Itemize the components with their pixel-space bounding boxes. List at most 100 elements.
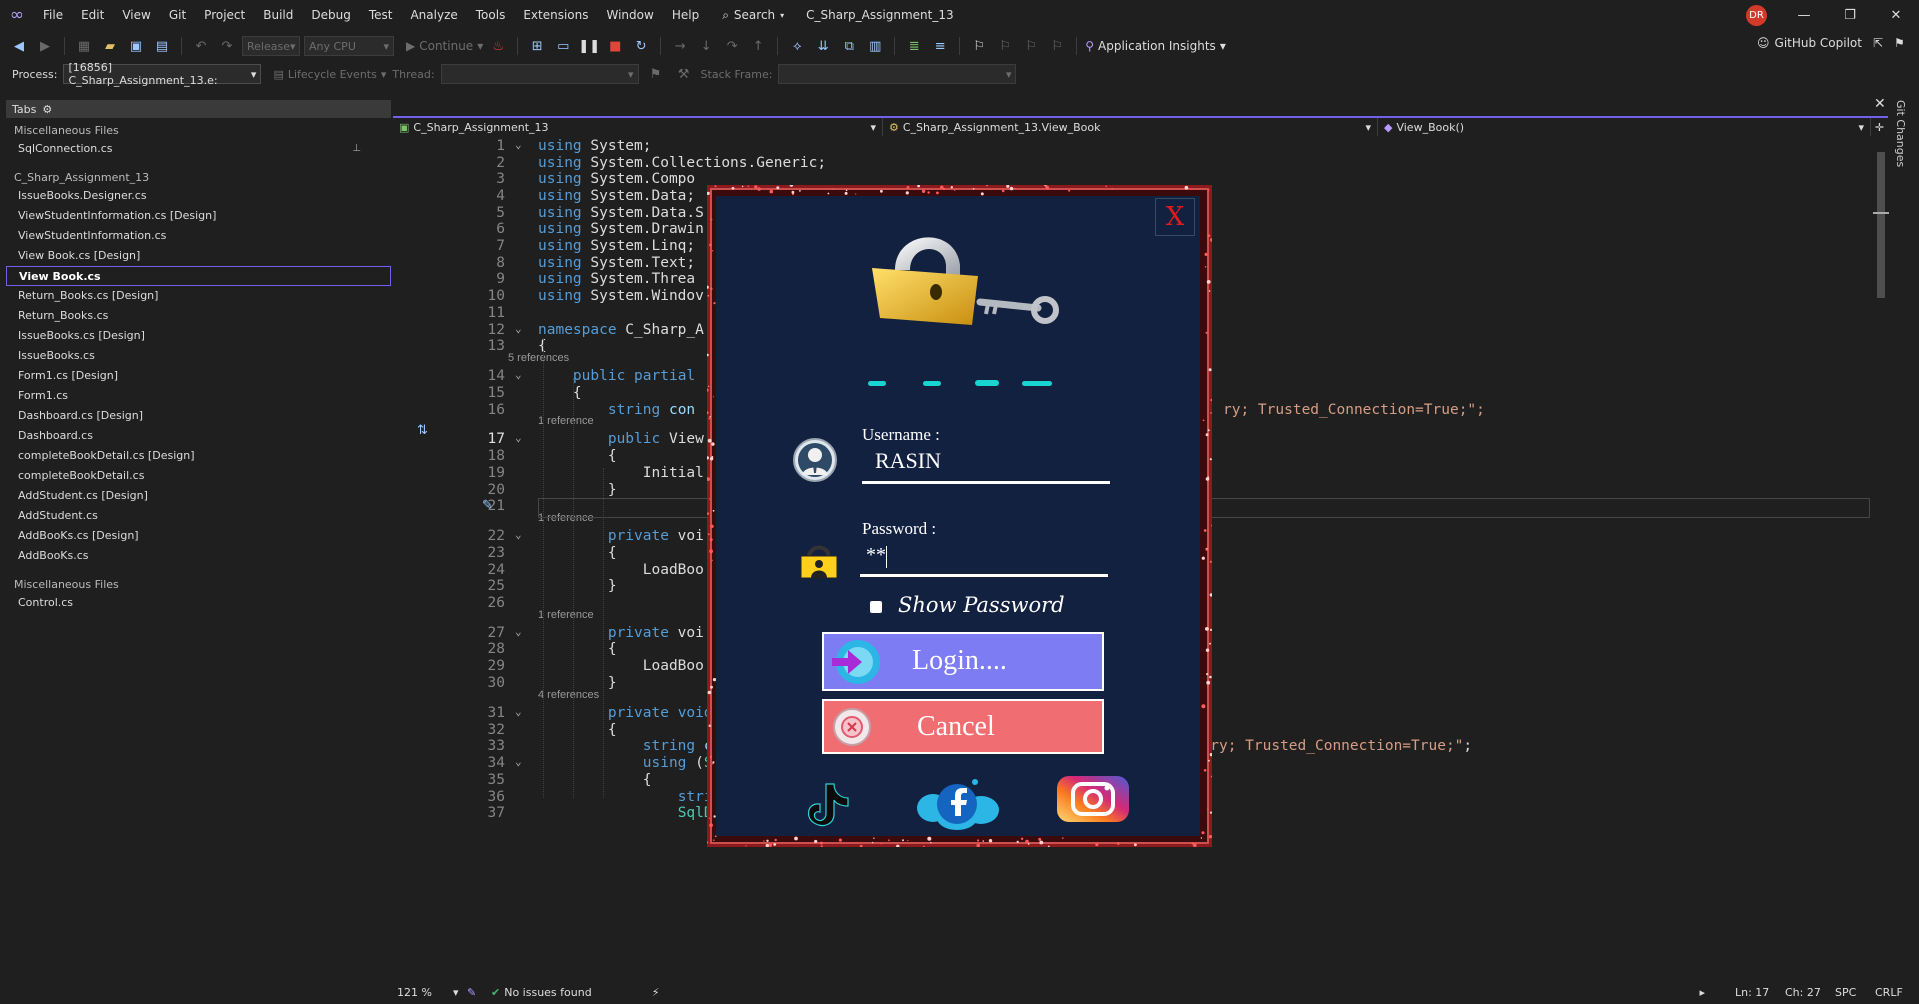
quick-action-icon[interactable]: ✎ [482,498,493,513]
brush-icon[interactable]: ✎ [467,986,485,999]
facebook-icon[interactable] [913,776,1003,832]
scroll-right-icon[interactable]: ▸ [1699,986,1705,999]
next-bookmark-icon[interactable]: ⚐ [1020,35,1042,57]
close-window-button[interactable]: ✕ [1873,0,1919,30]
navigate-icon[interactable]: ⧉ [838,35,860,57]
open-tab-item[interactable]: completeBookDetail.cs [Design] [6,446,391,466]
open-tab-item[interactable]: completeBookDetail.cs [6,466,391,486]
flag-icon[interactable]: ⚑ [645,63,667,85]
instagram-icon[interactable] [1055,774,1131,824]
issues-status[interactable]: No issues found [504,986,591,999]
implementation-icon[interactable]: ⇅ [417,423,428,438]
code-lens-references[interactable]: 5 references [508,352,569,364]
menu-item-edit[interactable]: Edit [72,0,113,30]
clear-bookmarks-icon[interactable]: ⚐ [1046,35,1068,57]
browser-link-icon[interactable]: ⊞ [526,35,548,57]
code-cleanup-icon[interactable]: ⚡ [652,986,660,999]
open-tab-item[interactable]: Form1.cs [6,386,391,406]
pin-icon[interactable]: ⊥ [352,141,361,157]
open-tab-item[interactable]: Return_Books.cs [Design] [6,286,391,306]
prev-bookmark-icon[interactable]: ⚐ [994,35,1016,57]
open-tab-item[interactable]: ViewStudentInformation.cs [6,226,391,246]
code-lens-references[interactable]: 1 reference [538,415,594,427]
minimize-button[interactable]: — [1781,0,1827,30]
open-tab-item[interactable]: IssueBooks.cs [Design] [6,326,391,346]
menu-item-help[interactable]: Help [663,0,708,30]
cancel-button[interactable]: Cancel [822,699,1104,754]
comment-icon[interactable]: ≣ [903,35,925,57]
lifecycle-events-button[interactable]: ▤ Lifecycle Events ▾ [273,68,386,81]
open-tab-item[interactable]: ViewStudentInformation.cs [Design] [6,206,391,226]
pause-icon[interactable]: ❚❚ [578,35,600,57]
show-password-checkbox[interactable] [870,601,882,613]
menu-item-project[interactable]: Project [195,0,254,30]
open-tab-item[interactable]: Dashboard.cs [6,426,391,446]
fold-chevron-icon[interactable]: ⌄ [515,431,522,444]
forward-icon[interactable]: ▶ [34,35,56,57]
hot-reload-icon[interactable]: ♨ [487,35,509,57]
open-tab-item[interactable]: Dashboard.cs [Design] [6,406,391,426]
menu-item-tools[interactable]: Tools [467,0,515,30]
hot-reload-settings-icon[interactable]: ⇊ [812,35,834,57]
close-tab-icon[interactable]: ✕ [1874,96,1886,112]
save-icon[interactable]: ▣ [125,35,147,57]
undo-icon[interactable]: ↶ [190,35,212,57]
menu-item-file[interactable]: File [34,0,72,30]
bookmark-icon[interactable]: ⚐ [968,35,990,57]
show-password-label[interactable]: Show Password [898,593,1065,617]
new-item-icon[interactable]: ▦ [73,35,95,57]
github-copilot-button[interactable]: ☺ GitHub Copilot ⇱ ⚑ [1757,36,1905,50]
menu-item-build[interactable]: Build [254,0,302,30]
scrollbar-thumb[interactable] [1877,152,1885,298]
username-input[interactable]: RASIN [875,448,941,474]
open-tab-item[interactable]: View Book.cs [Design] [6,246,391,266]
class-select[interactable]: ⚙ C_Sharp_Assignment_13.View_Book ▾ [883,118,1378,136]
diagnostic-icon[interactable]: ⟡ [786,35,808,57]
fold-chevron-icon[interactable]: ⌄ [515,705,522,718]
menu-item-test[interactable]: Test [360,0,402,30]
open-tab-item[interactable]: AddBooKs.cs [6,546,391,566]
fold-chevron-icon[interactable]: ⌄ [515,138,522,151]
step-out-icon[interactable]: ↑ [747,35,769,57]
menu-item-window[interactable]: Window [598,0,663,30]
open-folder-icon[interactable]: ▰ [99,35,121,57]
git-changes-tab[interactable]: Git Changes [1894,100,1907,167]
save-all-icon[interactable]: ▤ [151,35,173,57]
open-tab-item[interactable]: SqlConnection.cs ⊥ [6,139,391,159]
search-button[interactable]: ⌕ Search ▾ [714,8,792,23]
open-tab-item[interactable]: IssueBooks.cs [6,346,391,366]
restart-icon[interactable]: ↻ [630,35,652,57]
login-button[interactable]: Login.... [822,632,1104,691]
member-select[interactable]: ◆ View_Book() ▾ [1378,118,1871,136]
open-tab-item[interactable]: Form1.cs [Design] [6,366,391,386]
fold-chevron-icon[interactable]: ⌄ [515,528,522,541]
indentation-mode[interactable]: SPC [1835,986,1875,999]
open-tab-item[interactable]: View Book.cs [6,266,391,286]
tabs-panel-header[interactable]: Tabs ⚙ [6,100,391,118]
password-input[interactable]: ** [866,544,886,567]
tiktok-icon[interactable] [796,778,858,828]
visual-studio-logo-icon[interactable]: ∞ [0,0,34,30]
window-layout-icon[interactable]: ▭ [552,35,574,57]
properties-icon[interactable]: ▥ [864,35,886,57]
stack-frame-select[interactable]: ▾ [778,64,1017,84]
filter-icon[interactable]: ⚒ [673,63,695,85]
menu-item-analyze[interactable]: Analyze [401,0,466,30]
line-endings[interactable]: CRLF [1875,986,1919,999]
uncomment-icon[interactable]: ≡ [929,35,951,57]
continue-button[interactable]: ▶ Continue ▾ [406,39,483,53]
menu-item-view[interactable]: View [113,0,159,30]
fold-chevron-icon[interactable]: ⌄ [515,755,522,768]
platform-select[interactable]: Any CPU ▾ [304,36,394,56]
column-number[interactable]: Ch: 27 [1785,986,1835,999]
thread-select[interactable]: ▾ [440,64,639,84]
open-tab-item[interactable]: Return_Books.cs [6,306,391,326]
menu-item-debug[interactable]: Debug [302,0,359,30]
redo-icon[interactable]: ↷ [216,35,238,57]
stop-icon[interactable]: ■ [604,35,626,57]
step-into-icon[interactable]: ↓ [695,35,717,57]
project-select[interactable]: ▣ C_Sharp_Assignment_13 ▾ [393,118,883,136]
code-lens-references[interactable]: 4 references [538,689,599,701]
gear-icon[interactable]: ⚙ [42,103,52,116]
restore-button[interactable]: ❐ [1827,0,1873,30]
